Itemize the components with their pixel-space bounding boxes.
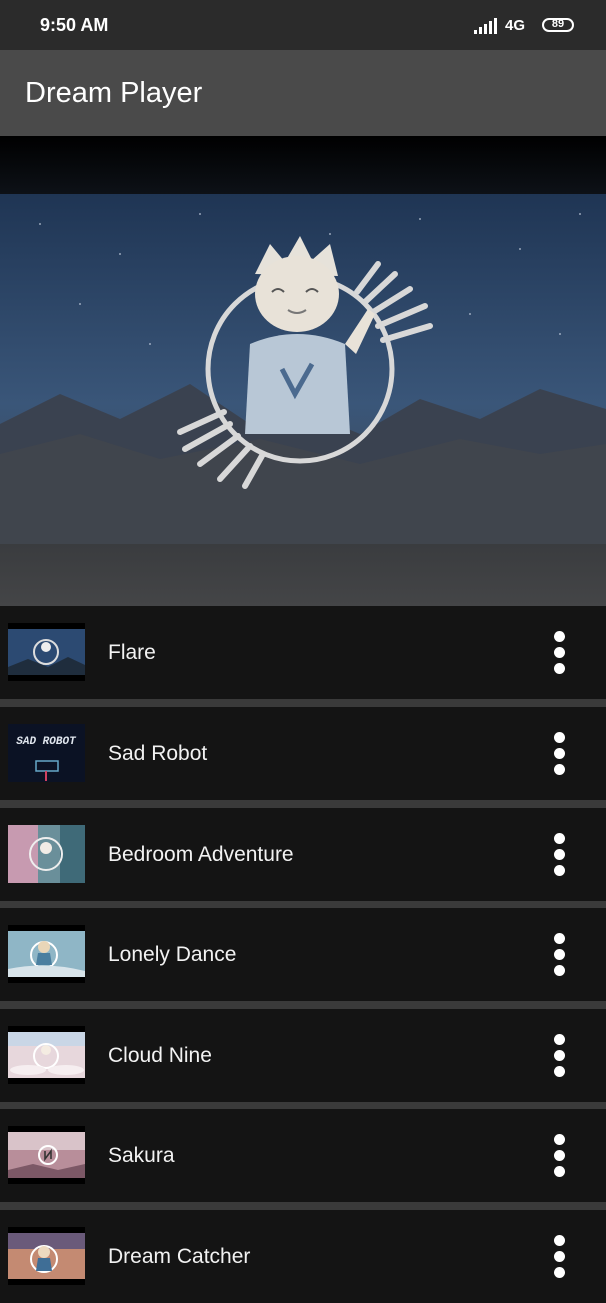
song-item-sakura[interactable]: Sakura xyxy=(0,1109,606,1202)
app-bar: Dream Player xyxy=(0,50,606,136)
sad-robot-thumbnail: SAD ROBOT xyxy=(8,724,85,782)
sakura-thumbnail xyxy=(8,1126,85,1184)
song-title: Cloud Nine xyxy=(108,1044,212,1067)
more-options-icon[interactable] xyxy=(548,1235,572,1279)
bedroom-adventure-thumbnail xyxy=(8,825,85,883)
more-options-icon[interactable] xyxy=(548,631,572,675)
song-item-cloud-nine[interactable]: Cloud Nine xyxy=(0,1009,606,1102)
song-title: Bedroom Adventure xyxy=(108,843,294,866)
app-title: Dream Player xyxy=(25,77,203,109)
dream-catcher-thumbnail xyxy=(8,1227,85,1285)
lonely-dance-thumbnail xyxy=(8,925,85,983)
status-time: 9:50 AM xyxy=(40,15,109,35)
more-options-icon[interactable] xyxy=(548,732,572,776)
song-item-bedroom-adventure[interactable]: Bedroom Adventure xyxy=(0,808,606,901)
more-options-icon[interactable] xyxy=(548,1034,572,1078)
flare-thumbnail xyxy=(8,623,85,681)
song-title: Flare xyxy=(108,641,156,664)
song-title: Sad Robot xyxy=(108,742,208,765)
cloud-nine-thumbnail xyxy=(8,1026,85,1084)
artwork-bottom-shade xyxy=(0,544,606,606)
battery-icon: 89 xyxy=(542,18,574,32)
network-type-label: 4G xyxy=(505,17,526,34)
now-playing-artwork[interactable] xyxy=(0,136,606,606)
song-item-dream-catcher[interactable]: Dream Catcher xyxy=(0,1210,606,1303)
song-item-sad-robot[interactable]: SAD ROBOT Sad Robot xyxy=(0,707,606,800)
song-title: Lonely Dance xyxy=(108,943,237,966)
status-bar: 9:50 AM 4G 89 xyxy=(0,0,606,50)
song-title: Sakura xyxy=(108,1144,175,1167)
sad-robot-thumb-text: SAD ROBOT xyxy=(16,736,77,748)
song-title: Dream Catcher xyxy=(108,1245,251,1268)
artwork-top-shade xyxy=(0,136,606,194)
more-options-icon[interactable] xyxy=(548,1134,572,1178)
more-options-icon[interactable] xyxy=(548,933,572,977)
more-options-icon[interactable] xyxy=(548,833,572,877)
song-item-flare[interactable]: Flare xyxy=(0,606,606,699)
battery-level: 89 xyxy=(551,18,565,30)
song-item-lonely-dance[interactable]: Lonely Dance xyxy=(0,908,606,1001)
signal-icon xyxy=(474,18,497,34)
album-art-character-icon xyxy=(0,194,606,544)
